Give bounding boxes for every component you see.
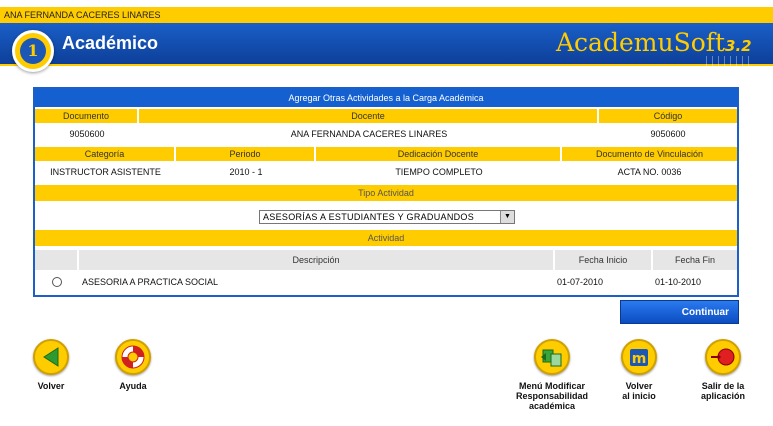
activity-radio[interactable]: [52, 277, 62, 287]
salir-line-2: aplicación: [700, 391, 745, 401]
brand-version: 3.2: [725, 37, 752, 55]
col-documento: Documento: [35, 109, 139, 123]
back-arrow-icon[interactable]: [33, 339, 69, 375]
val-documento-vinculacion: ACTA NO. 0036: [617, 167, 682, 177]
actividad-label: Actividad: [35, 230, 737, 246]
col-docente: Docente: [139, 109, 599, 123]
section-title: Académico: [62, 33, 159, 53]
val-codigo: 9050600: [650, 129, 686, 139]
col-select: [35, 250, 79, 270]
menu-modificar-line-1: Menú Modificar: [518, 381, 585, 391]
val-documento: 9050600: [69, 129, 105, 139]
home-icon[interactable]: m: [621, 339, 657, 375]
menu-modificar-line-3: académica: [528, 401, 576, 411]
volver-button[interactable]: Volver: [26, 339, 76, 391]
exit-icon[interactable]: [705, 339, 741, 375]
volver-inicio-line-2: al inicio: [622, 391, 656, 401]
teacher-value-row: 9050600 ANA FERNANDA CACERES LINARES 905…: [35, 126, 737, 143]
volver-label: Volver: [37, 381, 65, 391]
brand-name: AcademuSoft: [556, 28, 726, 57]
menu-modificar-line-2: Responsabilidad: [515, 391, 588, 401]
volver-inicio-label: Volver al inicio: [614, 381, 664, 401]
continuar-button[interactable]: Continuar: [620, 300, 739, 324]
salir-label: Salir de la aplicación: [698, 381, 748, 401]
menu-modify-icon[interactable]: [534, 339, 570, 375]
tipo-actividad-selected: ASESORÍAS A ESTUDIANTES Y GRADUANDOS: [263, 212, 475, 222]
salir-button[interactable]: Salir de la aplicación: [698, 339, 748, 401]
activity-panel: Agregar Otras Actividades a la Carga Aca…: [33, 87, 739, 297]
logo-glyph: 1: [20, 38, 46, 64]
contract-value-row: INSTRUCTOR ASISTENTE 2010 - 1 TIEMPO COM…: [35, 164, 737, 181]
svg-text:m: m: [632, 351, 647, 367]
val-docente: ANA FERNANDA CACERES LINARES: [290, 129, 448, 139]
contract-header-row: Categoría Periodo Dedicación Docente Doc…: [35, 147, 737, 161]
col-fecha-inicio: Fecha Inicio: [555, 250, 653, 270]
col-descripcion: Descripción: [79, 250, 555, 270]
salir-line-1: Salir de la: [701, 381, 745, 391]
menu-modificar-button[interactable]: Menú Modificar Responsabilidad académica: [510, 339, 594, 411]
tipo-actividad-select[interactable]: ASESORÍAS A ESTUDIANTES Y GRADUANDOS ▼: [259, 210, 515, 224]
activity-fecha-inicio: 01-07-2010: [557, 277, 604, 287]
ayuda-label: Ayuda: [119, 381, 147, 391]
ayuda-button[interactable]: Ayuda: [108, 339, 158, 391]
brand-logo: AcademuSoft3.2: [556, 28, 752, 57]
lifebuoy-icon[interactable]: [115, 339, 151, 375]
activity-descripcion: ASESORIA A PRACTICA SOCIAL: [82, 277, 219, 287]
activity-fecha-fin: 01-10-2010: [655, 277, 702, 287]
activity-select-cell: [35, 272, 79, 292]
val-categoria: INSTRUCTOR ASISTENTE: [50, 167, 161, 177]
app-header: 1 Académico AcademuSoft3.2: [0, 23, 773, 72]
val-periodo: 2010 - 1: [229, 167, 263, 177]
col-documento-vinculacion: Documento de Vinculación: [562, 147, 737, 161]
col-codigo: Código: [599, 109, 737, 123]
col-fecha-fin: Fecha Fin: [674, 255, 716, 265]
chevron-down-icon[interactable]: ▼: [500, 211, 514, 223]
menu-modificar-label: Menú Modificar Responsabilidad académica: [510, 381, 594, 411]
volver-inicio-button[interactable]: m Volver al inicio: [614, 339, 664, 401]
header-decoration: [706, 56, 750, 66]
tipo-actividad-label: Tipo Actividad: [35, 185, 737, 201]
volver-inicio-line-1: Volver: [625, 381, 653, 391]
table-row: ASESORIA A PRACTICA SOCIAL 01-07-2010 01…: [35, 272, 737, 292]
user-name: ANA FERNANDA CACERES LINARES: [0, 7, 773, 23]
col-dedicacion: Dedicación Docente: [316, 147, 562, 161]
col-periodo: Periodo: [176, 147, 316, 161]
activity-header-row: Descripción Fecha Inicio Fecha Fin: [35, 250, 737, 270]
panel-title: Agregar Otras Actividades a la Carga Aca…: [35, 89, 737, 107]
app-logo: 1: [12, 30, 54, 72]
teacher-header-row: Documento Docente Código: [35, 109, 737, 123]
col-categoria: Categoría: [35, 147, 176, 161]
val-dedicacion: TIEMPO COMPLETO: [395, 167, 483, 177]
